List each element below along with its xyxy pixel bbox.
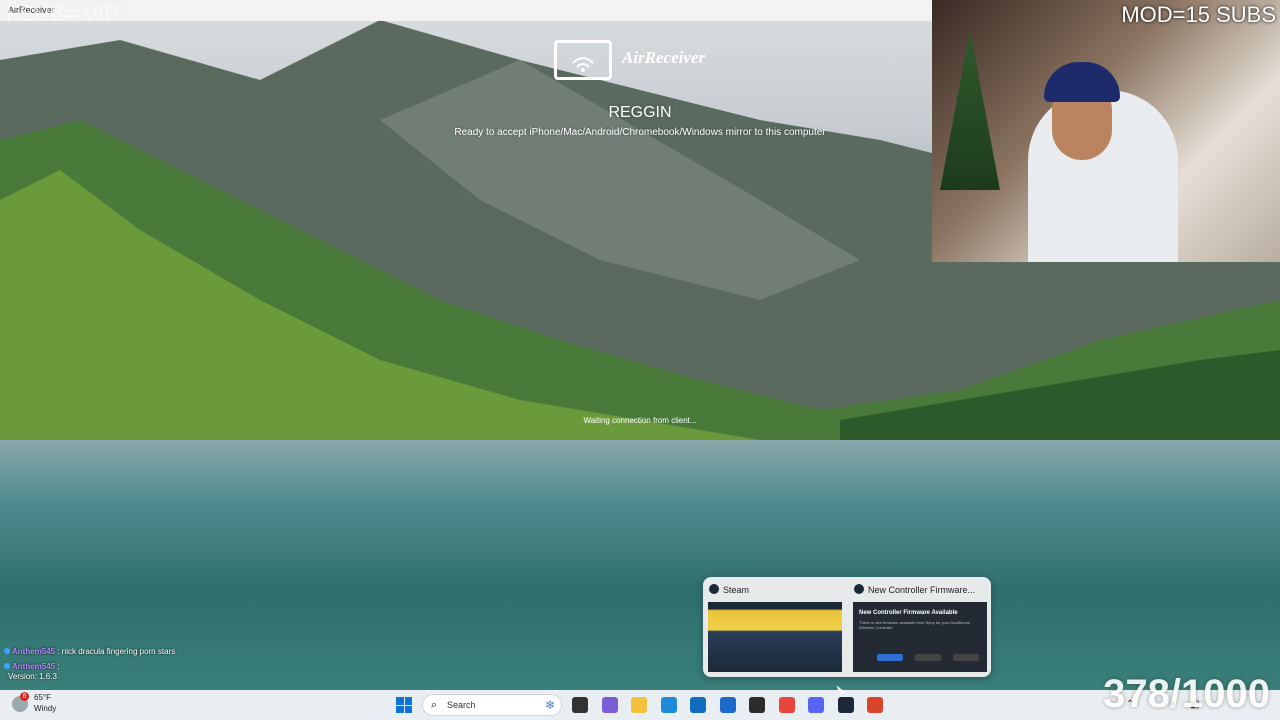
windows-logo-icon bbox=[396, 697, 404, 705]
airreceiver-icon[interactable] bbox=[867, 697, 883, 713]
folder-icon[interactable] bbox=[631, 697, 647, 713]
taskbar-preview-popup: Steam New Controller Firmware... New Con… bbox=[703, 577, 991, 677]
start-button[interactable] bbox=[396, 697, 412, 713]
windows-logo-icon bbox=[404, 697, 412, 705]
chat-username: Anthem545 bbox=[12, 647, 56, 656]
edge-icon[interactable] bbox=[660, 697, 677, 713]
sub-vip-overlay: FSUB= VIP bbox=[6, 1, 120, 26]
chat-line: Anthem545 : nick dracula fingering porn … bbox=[4, 647, 175, 656]
subscriber-goal-counter: 378/1000 bbox=[1103, 672, 1270, 716]
airreceiver-brand: AirReceiver bbox=[622, 48, 706, 67]
chat-badge-icon bbox=[4, 648, 10, 654]
windows-logo-icon bbox=[404, 705, 412, 713]
preview-firmware[interactable]: New Controller Firmware... New Controlle… bbox=[848, 577, 987, 677]
weather-condition: Windy bbox=[34, 704, 57, 713]
weather-temp: 65°F bbox=[34, 693, 51, 702]
chat-username: Anthem545 bbox=[12, 662, 56, 671]
connection-status: Waiting connection from client... bbox=[583, 416, 697, 425]
taskbar-search[interactable]: ⌕ Search ❄ bbox=[422, 694, 562, 716]
cam-hat bbox=[1044, 62, 1120, 102]
thumb-heading: New Controller Firmware Available bbox=[859, 610, 958, 616]
store-icon[interactable] bbox=[690, 697, 706, 713]
steam-icon[interactable] bbox=[837, 697, 854, 713]
thumb-ignore-button bbox=[915, 654, 941, 661]
windows-logo-icon bbox=[396, 705, 404, 713]
airreceiver-logo-icon bbox=[554, 40, 612, 80]
file-explorer-icon[interactable] bbox=[572, 697, 588, 713]
weather-badge: 6 bbox=[20, 692, 29, 701]
airreceiver-titlebar[interactable]: AirReceiver bbox=[0, 0, 932, 21]
mod-subs-overlay: MOD=15 SUBS bbox=[1121, 2, 1276, 27]
chat-line: Anthem545 : bbox=[4, 662, 60, 671]
thumb-update-button bbox=[877, 654, 903, 661]
outlook-icon[interactable] bbox=[719, 697, 736, 713]
chat-badge-icon bbox=[4, 663, 10, 669]
steam-icon bbox=[709, 584, 719, 594]
cam-christmas-tree bbox=[940, 30, 1000, 190]
thumb-body: There is new firmware available from Son… bbox=[859, 620, 970, 630]
discord-icon[interactable] bbox=[808, 697, 824, 713]
preview-title: Steam bbox=[723, 585, 750, 595]
chrome-icon[interactable] bbox=[778, 697, 795, 713]
thumb-later-button bbox=[953, 654, 979, 661]
search-icon: ⌕ bbox=[431, 699, 438, 711]
version-label: Version: 1.6.3 bbox=[8, 672, 57, 681]
taskbar: 6 65°F Windy ⌕ Search ❄ ⌃ ● ◧ bbox=[0, 690, 1280, 720]
preview-title: New Controller Firmware... bbox=[868, 585, 976, 595]
steam-icon bbox=[854, 584, 864, 594]
chat-message: nick dracula fingering porn stars bbox=[61, 647, 176, 656]
snowflake-icon: ❄ bbox=[544, 698, 555, 712]
preview-thumbnail bbox=[708, 602, 842, 672]
webcam-overlay bbox=[932, 0, 1280, 262]
wallpaper-lake bbox=[0, 440, 1280, 690]
search-label: Search bbox=[447, 700, 476, 710]
preview-steam[interactable]: Steam bbox=[703, 577, 842, 677]
preview-thumbnail: New Controller Firmware Available There … bbox=[853, 602, 987, 672]
photos-icon[interactable] bbox=[601, 697, 618, 713]
obs-icon[interactable] bbox=[749, 697, 765, 713]
